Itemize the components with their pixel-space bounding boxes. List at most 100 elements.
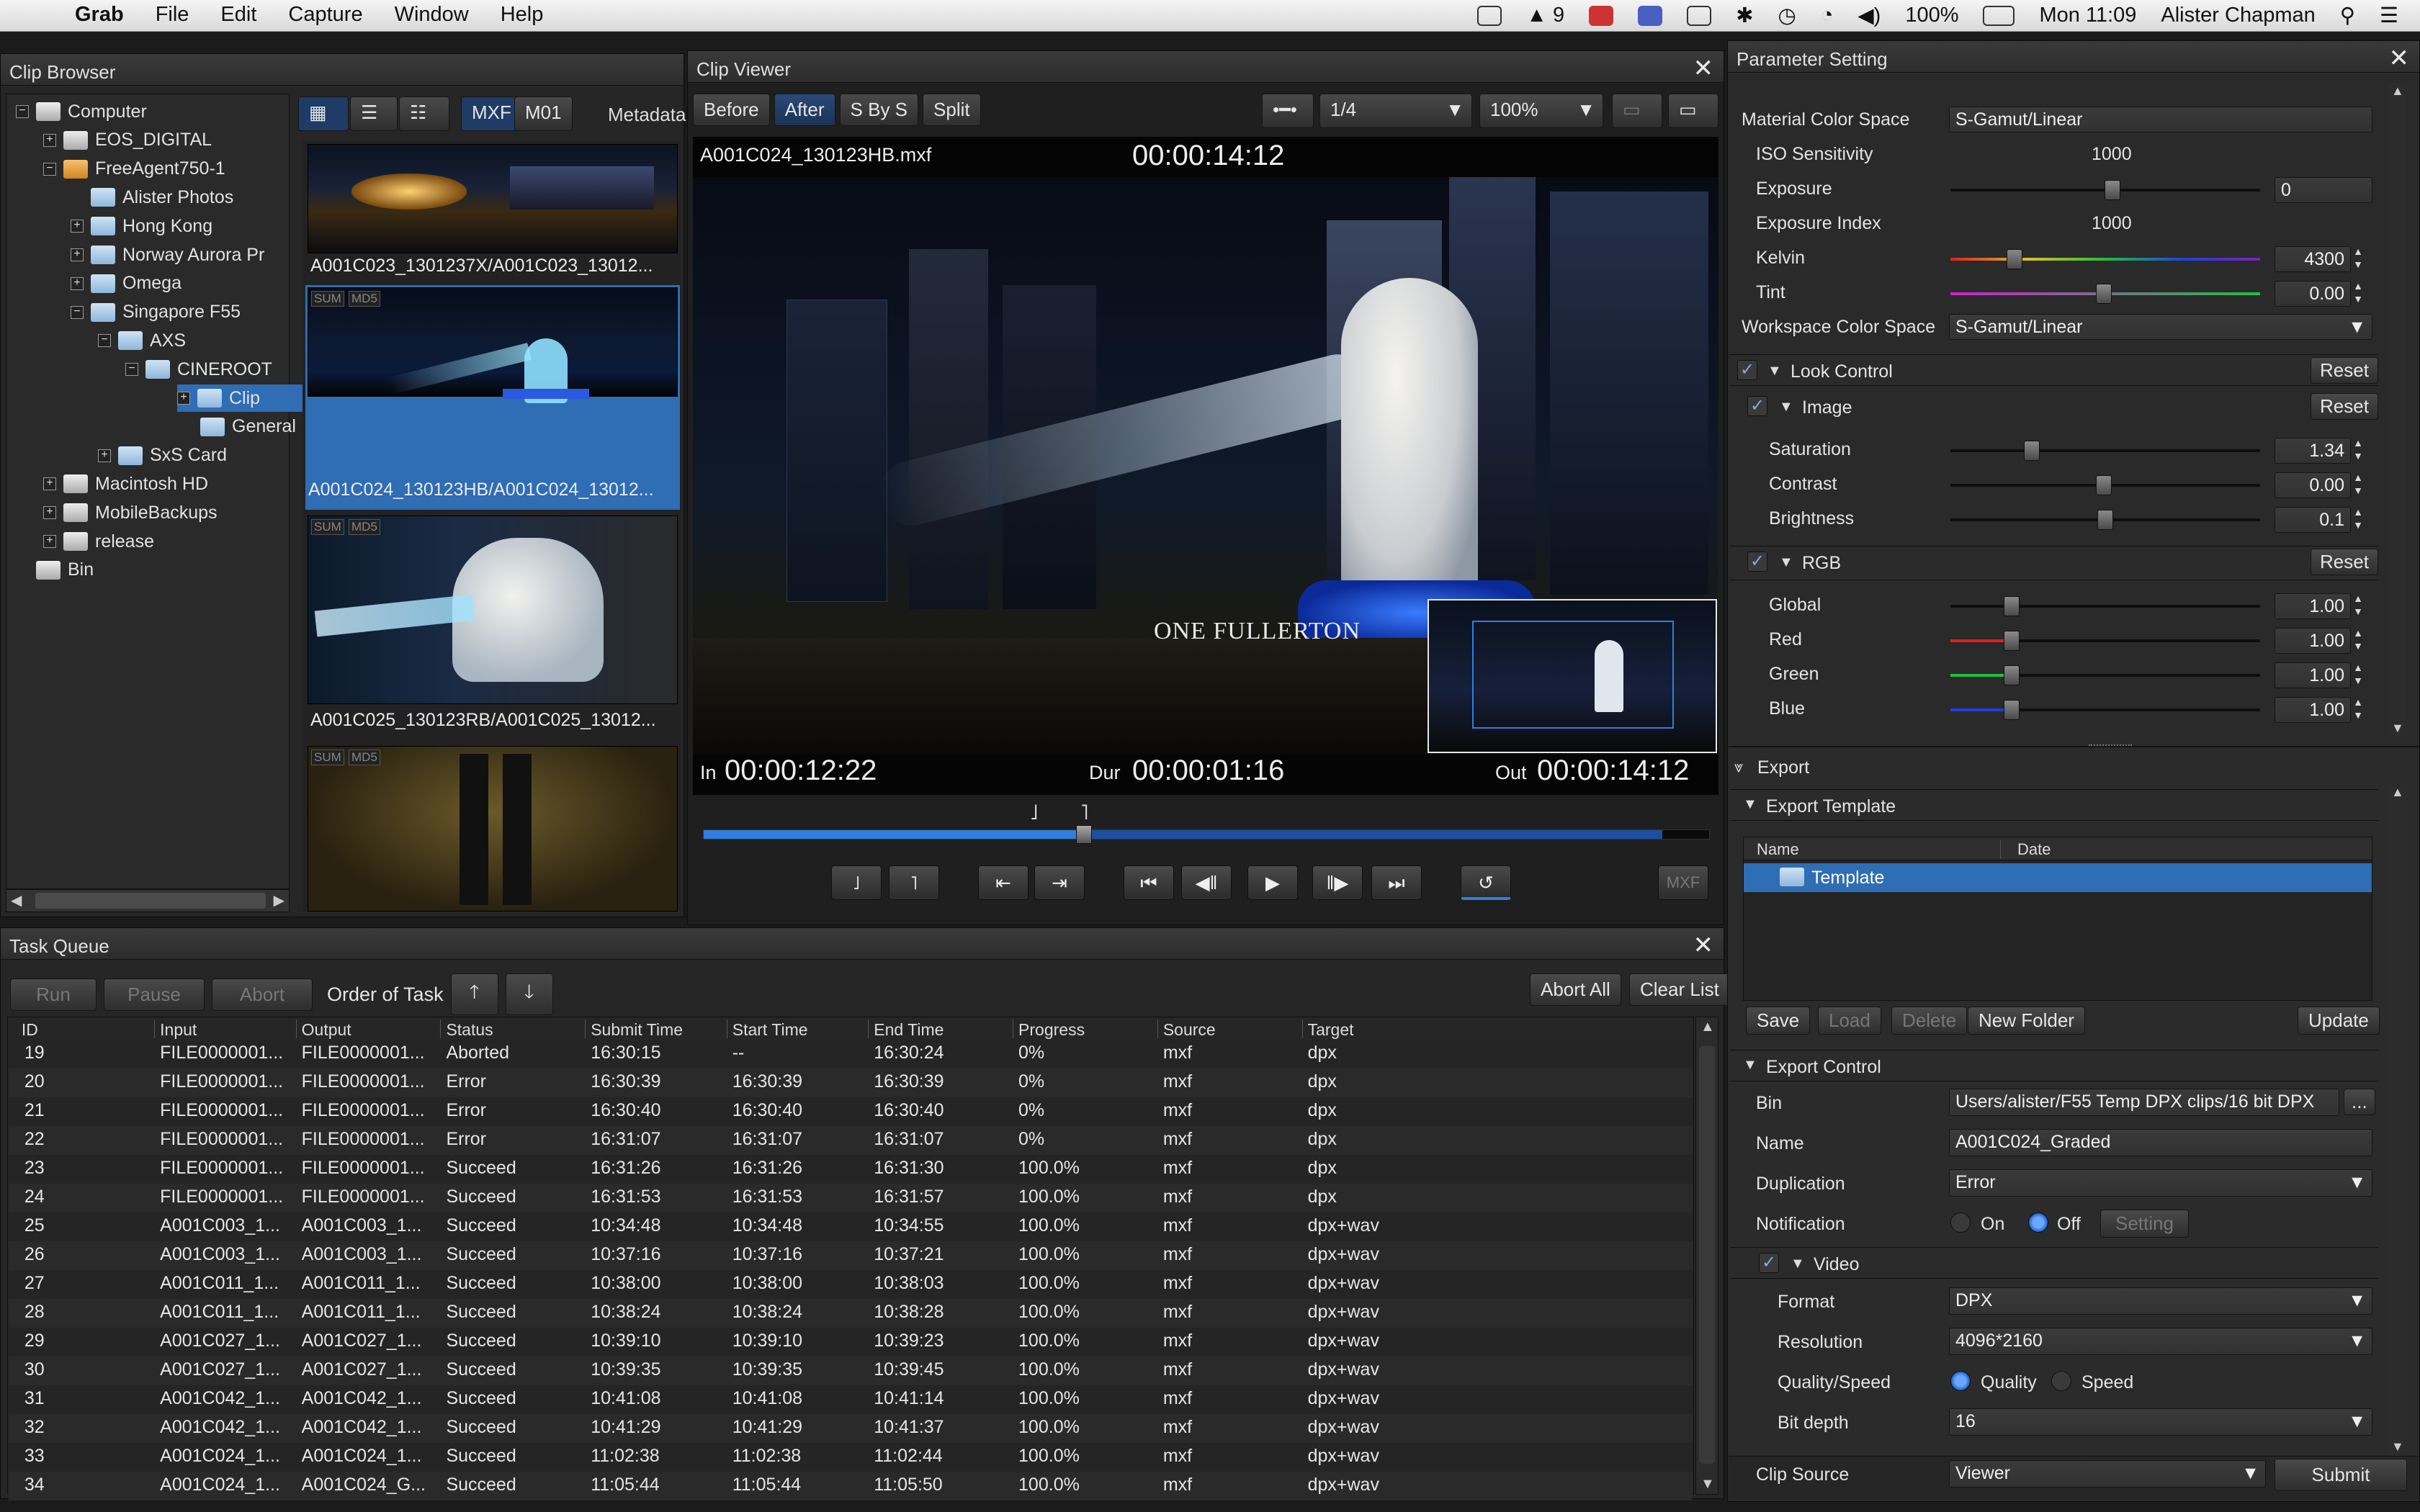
template-col-name[interactable]: Name bbox=[1757, 840, 1799, 859]
expand-toggle-icon[interactable]: + bbox=[43, 133, 56, 147]
expand-toggle-icon[interactable]: + bbox=[43, 535, 56, 548]
tree-item[interactable]: General bbox=[180, 413, 296, 441]
collapse-arrow-icon[interactable]: ▼ bbox=[1779, 554, 1793, 571]
red-field[interactable]: 1.00 bbox=[2275, 628, 2351, 654]
tree-item[interactable]: Bin bbox=[16, 557, 94, 584]
expand-toggle-icon[interactable]: − bbox=[98, 334, 111, 348]
saturation-slider-handle[interactable] bbox=[2024, 441, 2040, 461]
red-slider-handle[interactable] bbox=[2004, 631, 2020, 651]
abort-button[interactable]: Abort bbox=[212, 978, 313, 1011]
tree-item[interactable]: + Omega bbox=[71, 270, 182, 297]
contrast-slider-handle[interactable] bbox=[2096, 475, 2112, 495]
goto-start-button[interactable]: ⏮ bbox=[1124, 865, 1174, 900]
saturation-field[interactable]: 1.34 bbox=[2275, 438, 2351, 464]
record-icon[interactable] bbox=[1589, 5, 1614, 26]
timeline-scrubber[interactable] bbox=[703, 829, 1710, 840]
menu-window[interactable]: Window bbox=[395, 3, 469, 27]
tree-item[interactable]: − FreeAgent750-1 bbox=[43, 156, 225, 183]
green-slider-handle[interactable] bbox=[2004, 665, 2020, 685]
collapse-arrow-icon[interactable]: ▼ bbox=[1791, 1256, 1805, 1272]
out-point-marker-icon[interactable]: ˥ bbox=[1080, 801, 1088, 825]
filter-m01-tab[interactable]: M01 bbox=[514, 96, 573, 131]
safe-area-icon[interactable]: ▭ bbox=[1612, 94, 1662, 128]
name-field[interactable]: A001C024_Graded bbox=[1949, 1129, 2372, 1156]
format-select[interactable]: DPX ▼ bbox=[1949, 1287, 2372, 1315]
tab-before[interactable]: Before bbox=[693, 94, 770, 126]
template-load-button[interactable]: Load bbox=[1818, 1007, 1881, 1035]
rgb-checkbox[interactable]: ✓ bbox=[1747, 552, 1767, 572]
expand-toggle-icon[interactable]: − bbox=[125, 363, 138, 377]
expand-toggle-icon[interactable]: + bbox=[43, 506, 56, 520]
tree-item[interactable]: − AXS bbox=[98, 327, 186, 354]
clear-list-button[interactable]: Clear List bbox=[1629, 973, 1730, 1006]
playhead-handle[interactable] bbox=[1076, 825, 1092, 844]
run-button[interactable]: Run bbox=[10, 978, 97, 1011]
brightness-slider-handle[interactable] bbox=[2097, 510, 2113, 530]
collapse-arrow-icon[interactable]: ▼ bbox=[1743, 796, 1757, 813]
template-col-date[interactable]: Date bbox=[2017, 840, 2051, 859]
column-header[interactable]: ID bbox=[22, 1020, 38, 1040]
expand-toggle-icon[interactable]: − bbox=[43, 162, 56, 176]
clock[interactable]: Mon 11:09 bbox=[2039, 4, 2136, 27]
in-point-marker-icon[interactable]: ˩ bbox=[1030, 801, 1038, 825]
tree-item[interactable]: + Hong Kong bbox=[71, 212, 212, 240]
mark-in-button[interactable]: ˩ bbox=[831, 865, 882, 900]
bluetooth-icon[interactable]: ✱ bbox=[1736, 3, 1753, 28]
step-back-button[interactable]: ◀‖ bbox=[1181, 865, 1232, 900]
column-header[interactable]: Submit Time bbox=[591, 1020, 683, 1040]
pause-button[interactable]: Pause bbox=[104, 978, 205, 1011]
bitdepth-select[interactable]: 16 ▼ bbox=[1949, 1408, 2372, 1436]
tint-stepper[interactable]: ▲ ▼ bbox=[2351, 279, 2365, 308]
rgb-reset-button[interactable]: Reset bbox=[2311, 549, 2378, 575]
list-view-button[interactable]: ☰ bbox=[350, 96, 398, 131]
global-stepper[interactable]: ▲ ▼ bbox=[2351, 592, 2365, 621]
green-slider-track[interactable] bbox=[1950, 674, 2260, 677]
global-field[interactable]: 1.00 bbox=[2275, 593, 2351, 619]
tree-item[interactable]: + Norway Aurora Pr bbox=[71, 241, 264, 269]
kelvin-slider-track[interactable] bbox=[1950, 258, 2260, 261]
global-slider-track[interactable] bbox=[1950, 605, 2260, 608]
step-forward-button[interactable]: ‖▶ bbox=[1312, 865, 1363, 900]
menu-app[interactable]: Grab bbox=[75, 3, 124, 27]
tint-slider-handle[interactable] bbox=[2096, 284, 2112, 304]
submit-button[interactable]: Submit bbox=[2275, 1459, 2407, 1491]
red-stepper[interactable]: ▲ ▼ bbox=[2351, 626, 2365, 655]
zoom-select[interactable]: 100% ▼ bbox=[1479, 94, 1603, 128]
blue-field[interactable]: 1.00 bbox=[2275, 697, 2351, 723]
expand-toggle-icon[interactable]: + bbox=[71, 276, 84, 290]
bin-browse-button[interactable]: ... bbox=[2344, 1089, 2375, 1115]
expand-toggle-icon[interactable]: + bbox=[43, 477, 56, 491]
close-viewer-icon[interactable]: ✕ bbox=[1693, 54, 1714, 83]
user-name[interactable]: Alister Chapman bbox=[2161, 4, 2315, 27]
tint-field[interactable]: 0.00 bbox=[2275, 281, 2351, 307]
column-header[interactable]: End Time bbox=[874, 1020, 944, 1040]
bin-path-field[interactable]: Users/alister/F55 Temp DPX clips/16 bit … bbox=[1949, 1089, 2339, 1116]
expand-toggle-icon[interactable]: − bbox=[71, 305, 84, 319]
move-up-button[interactable]: 🡑 bbox=[450, 973, 498, 1015]
battery-icon[interactable] bbox=[1983, 5, 2015, 26]
template-delete-button[interactable]: Delete bbox=[1891, 1007, 1968, 1035]
menu-help[interactable]: Help bbox=[501, 3, 544, 27]
template-save-button[interactable]: Save bbox=[1746, 1007, 1811, 1035]
tree-item[interactable]: + EOS_DIGITAL bbox=[43, 127, 212, 154]
quality-radio[interactable] bbox=[1950, 1371, 1971, 1391]
notification-off-radio[interactable] bbox=[2028, 1212, 2048, 1233]
parameter-v-scrollbar[interactable]: ▲ ▼ bbox=[2388, 84, 2407, 736]
blue-stepper[interactable]: ▲ ▼ bbox=[2351, 696, 2365, 724]
brightness-field[interactable]: 0.1 bbox=[2275, 507, 2351, 533]
tree-item[interactable]: Alister Photos bbox=[71, 184, 233, 211]
video-checkbox[interactable]: ✓ bbox=[1759, 1253, 1779, 1273]
duplication-select[interactable]: Error ▼ bbox=[1949, 1169, 2372, 1197]
image-checkbox[interactable]: ✓ bbox=[1747, 396, 1767, 416]
tree-item[interactable]: + release bbox=[43, 528, 154, 555]
gamepad-icon[interactable] bbox=[1477, 5, 1502, 26]
spotlight-search-icon[interactable]: ⚲ bbox=[2340, 3, 2355, 28]
contrast-stepper[interactable]: ▲ ▼ bbox=[2351, 471, 2365, 500]
menu-file[interactable]: File bbox=[156, 3, 189, 27]
status-badge[interactable]: ▲ 9 bbox=[1526, 4, 1564, 27]
template-update-button[interactable]: Update bbox=[2298, 1007, 2380, 1035]
splitter-grip[interactable] bbox=[2089, 744, 2132, 749]
brightness-stepper[interactable]: ▲ ▼ bbox=[2351, 505, 2365, 534]
clip-source-select[interactable]: Viewer ▼ bbox=[1949, 1460, 2266, 1488]
image-reset-button[interactable]: Reset bbox=[2311, 393, 2378, 420]
